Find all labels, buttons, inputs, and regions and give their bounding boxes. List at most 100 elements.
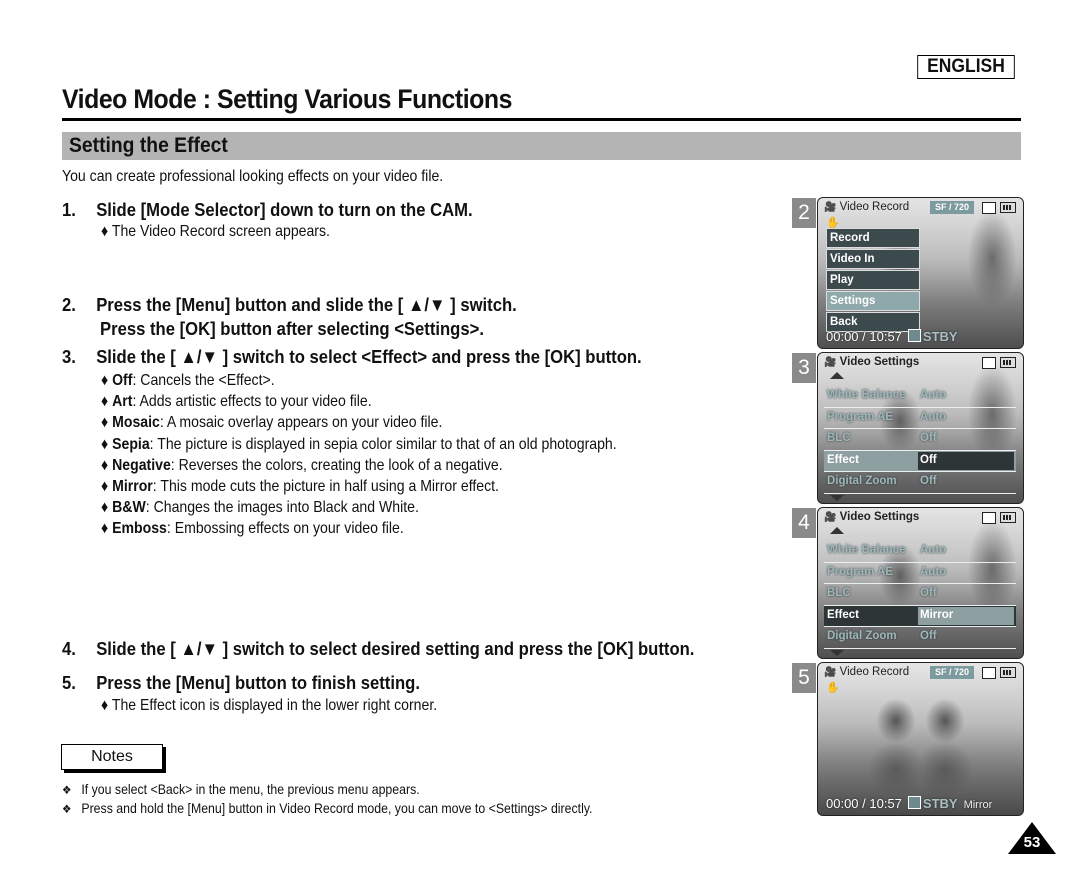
note-item: ❖ Press and hold the [Menu] button in Vid… [62,800,592,816]
resolution-badge: SF / 720 [930,201,974,214]
effect-desc: : Adds artistic effects to your video fi… [132,393,372,411]
intro-text: You can create professional looking effe… [62,168,444,185]
effect-desc: : Embossing effects on your video file. [166,520,404,538]
menu-item-settings[interactable]: Settings [826,291,920,311]
step-number: 4. [62,638,76,659]
screen-title: 🎥 Video Record [824,666,910,678]
effect-item-art: ♦ Art: Adds artistic effects to your vid… [101,391,617,412]
screen-title: 🎥 Video Settings [824,356,920,368]
effect-desc: : A mosaic overlay appears on your video… [159,414,443,432]
notes-label: Notes [61,744,163,770]
setting-row-effect[interactable]: Effect Off [824,450,1016,472]
setting-row-white-balance[interactable]: White Balance Auto [824,386,1016,408]
step-5-note: ♦ The Effect icon is displayed in the lo… [101,697,438,714]
setting-row-blc[interactable]: BLC Off [824,429,1016,451]
bullet-icon: ♦ [101,499,109,517]
battery-icon [1000,667,1016,678]
status-bar: 00:00 / 10:57 STBY [826,329,958,344]
page-number: 53 [1023,834,1041,851]
bullet-icon: ♦ [101,393,109,411]
setting-row-effect[interactable]: Effect Mirror [824,605,1016,627]
step-4: 4. Slide the [ ▲/▼ ] switch to select des… [62,638,694,660]
scroll-down-icon[interactable] [830,650,844,656]
step-text: Press the [Menu] button and slide the [ … [96,294,517,315]
title-divider [62,118,1021,121]
camera-menu: Record Video In Play Settings Back [826,228,920,333]
page-title: Video Mode : Setting Various Functions [62,84,512,114]
menu-item-record[interactable]: Record [826,228,920,248]
effect-name: Emboss [112,520,167,538]
camera-icon: 🎥 [824,512,837,523]
scroll-down-icon[interactable] [830,495,844,501]
effect-name: Sepia [112,435,150,453]
step-text: Slide the [ ▲/▼ ] switch to select desir… [96,638,695,659]
time-counter: 00:00 / 10:57 [826,796,902,811]
setting-row-digital-zoom[interactable]: Digital Zoom Off [824,472,1016,494]
menu-item-play[interactable]: Play [826,270,920,290]
setting-row-digital-zoom[interactable]: Digital Zoom Off [824,627,1016,649]
step-text: Slide the [ ▲/▼ ] switch to select <Effe… [96,346,642,367]
step-1: 1. Slide [Mode Selector] down to turn on … [62,199,473,221]
status-bar: 00:00 / 10:57 STBY Mirror [826,796,992,811]
step-text: Press the [Menu] button to finish settin… [96,672,420,693]
stabilizer-icon: ✋ [826,682,840,694]
menu-item-video-in[interactable]: Video In [826,249,920,269]
effect-indicator: Mirror [963,799,993,811]
step-2: 2. Press the [Menu] button and slide the … [62,294,517,316]
step-2-line-2: Press the [OK] button after selecting <S… [100,318,484,339]
setting-row-program-ae[interactable]: Program AE Auto [824,563,1016,584]
effect-name: Off [112,372,133,389]
screenshot-number: 5 [792,663,816,693]
battery-icon [1000,202,1016,213]
note-item: ❖ If you select <Back> in the menu, the p… [62,781,420,797]
memory-icon [982,512,996,524]
screen-title: 🎥 Video Record [824,201,910,213]
effect-desc: : Reverses the colors, creating the look… [170,456,503,474]
camera-icon: 🎥 [824,202,837,213]
note-bullet-icon: ❖ [62,783,72,797]
memory-icon [982,357,996,369]
step-number: 5. [62,672,76,693]
step-number: 3. [62,346,76,367]
bullet-icon: ♦ [101,478,109,496]
battery-icon [1000,512,1016,523]
memory-icon [982,202,996,214]
effect-item-emboss: ♦ Emboss: Embossing effects on your vide… [101,518,617,539]
effect-item-mirror: ♦ Mirror: This mode cuts the picture in … [101,476,617,497]
screenshot-number: 4 [792,508,816,538]
note-text: Press and hold the [Menu] button in Vide… [81,800,593,816]
effect-name: B&W [112,499,146,517]
camera-preview-mirror-image [818,663,1023,815]
step-1-note: ♦ The Video Record screen appears. [101,223,330,240]
memory-icon [982,667,996,679]
status-text: STBY [922,796,958,811]
resolution-badge: SF / 720 [930,666,974,679]
screen-title: 🎥 Video Settings [824,511,920,523]
effect-name: Art [112,393,133,411]
screenshot-number: 2 [792,198,816,228]
step-text: Slide [Mode Selector] down to turn on th… [96,199,473,220]
setting-row-white-balance[interactable]: White Balance Auto [824,541,1016,563]
effect-desc: : Changes the images into Black and Whit… [145,499,419,517]
camera-screen-video-record-mirror: 🎥 Video Record SF / 720 ✋ 00:00 / 10:57 S… [817,662,1024,816]
scroll-up-icon[interactable] [830,372,844,379]
setting-row-blc[interactable]: BLC Off [824,584,1016,606]
settings-list: White Balance Auto Program AE Auto BLC Off … [824,541,1016,649]
camera-screen-video-settings-effect-mirror: 🎥 Video Settings White Balance Auto Progr… [817,507,1024,659]
scroll-up-icon[interactable] [830,527,844,534]
bullet-icon: ♦ [101,372,109,389]
effect-item-mosaic: ♦ Mosaic: A mosaic overlay appears on yo… [101,412,617,433]
step-3: 3. Slide the [ ▲/▼ ] switch to select <Ef… [62,346,642,368]
screenshot-number: 3 [792,353,816,383]
camera-icon: 🎥 [824,667,837,678]
step-number: 2. [62,294,76,315]
status-text: STBY [922,329,958,344]
time-counter: 00:00 / 10:57 [826,329,902,344]
section-title: Setting the Effect [69,134,228,157]
effect-name: Mirror [112,478,153,496]
camera-icon: 🎥 [824,357,837,368]
setting-row-program-ae[interactable]: Program AE Auto [824,408,1016,429]
camera-screen-video-settings-effect-off: 🎥 Video Settings White Balance Auto Progr… [817,352,1024,504]
standby-icon [907,796,921,809]
note-text: If you select <Back> in the menu, the pr… [81,781,420,797]
